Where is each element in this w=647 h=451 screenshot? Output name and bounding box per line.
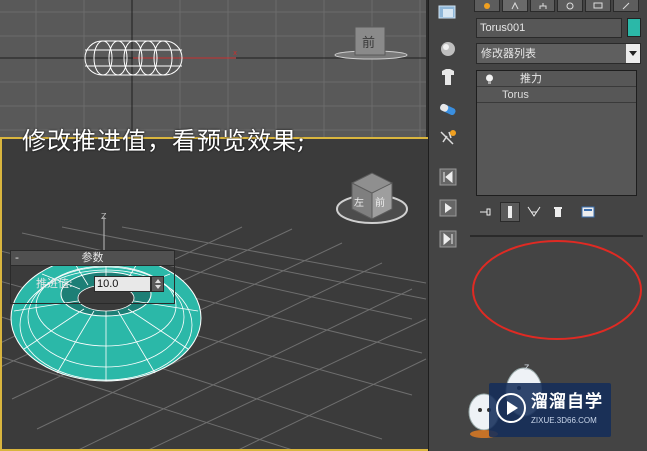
push-value-input[interactable]: 10.0 [94,276,151,292]
hierarchy-tab[interactable] [529,0,556,12]
parameters-rollout-header[interactable]: - 参数 [10,250,175,266]
stack-item-torus[interactable]: Torus [477,87,636,103]
particle-tool-icon[interactable] [434,126,462,152]
annotation-circle [472,240,642,340]
display-tool-icon[interactable] [434,0,462,26]
display-tab[interactable] [585,0,612,12]
stack-item-push[interactable]: 推力 [477,71,636,87]
modifier-list-label: 修改器列表 [481,47,536,60]
push-value-label: 推进值: [36,277,73,290]
lightbulb-icon[interactable] [485,74,494,84]
object-name-field[interactable]: Torus001 [476,18,622,38]
spinner-down-icon[interactable] [154,285,161,289]
goto-end-icon[interactable] [434,226,462,252]
view-cube-front-label: 前 [362,35,375,51]
utilities-tab[interactable] [613,0,639,12]
command-panel-tabs [474,0,639,12]
z-axis-label: Z [101,212,107,221]
watermark-badge: 溜溜自学 ZIXUE.3D66.COM [489,383,611,437]
max-window: x 前 Z 左 前 修改推进值，看预览效果; Torus001 修改器列表 推力… [0,0,647,451]
main-toolbar-column [428,0,466,451]
configure-modifier-sets-icon[interactable] [578,202,598,222]
watermark-url: ZIXUE.3D66.COM [531,416,597,425]
cloth-tool-icon[interactable] [434,64,462,90]
front-viewport[interactable]: x 前 [0,0,426,137]
instruction-caption: 修改推进值，看预览效果; [22,127,307,155]
show-end-result-icon[interactable] [500,202,520,222]
push-value-spinner[interactable] [151,276,164,292]
view-cube-left-label: 左 [354,196,364,209]
object-color-swatch[interactable] [627,18,641,37]
chevron-down-icon[interactable] [626,44,640,63]
remove-modifier-icon[interactable] [548,202,568,222]
panel-divider [470,235,643,237]
modify-tab[interactable] [501,0,528,12]
modifier-stack: 推力 Torus [476,70,637,196]
watermark-brand: 溜溜自学 [531,392,603,412]
goto-start-icon[interactable] [434,164,462,190]
spinner-up-icon[interactable] [154,279,161,283]
create-tab[interactable] [474,0,500,12]
perspective-view-cube[interactable]: 左 前 [336,172,408,224]
play-logo-icon [496,393,526,423]
motion-tab[interactable] [557,0,584,12]
pill-tool-icon[interactable] [434,96,462,122]
stack-item-torus-label: Torus [502,89,529,101]
play-icon[interactable] [434,195,462,221]
modifier-list-dropdown[interactable]: 修改器列表 [476,43,641,64]
view-cube-front-label-persp: 前 [375,196,385,209]
sphere-tool-icon[interactable] [434,36,462,62]
front-view-cube[interactable]: 前 [334,26,408,60]
make-unique-icon[interactable] [524,202,544,222]
stack-item-push-label: 推力 [520,72,542,85]
pin-stack-icon[interactable] [476,202,496,222]
front-viewport-grid: x 前 [0,0,426,137]
rollout-collapse-icon[interactable]: - [15,251,19,265]
rollout-title: 参数 [81,251,104,264]
stack-toolbar [476,201,641,223]
svg-text:z: z [524,362,529,373]
svg-text:x: x [233,49,237,57]
